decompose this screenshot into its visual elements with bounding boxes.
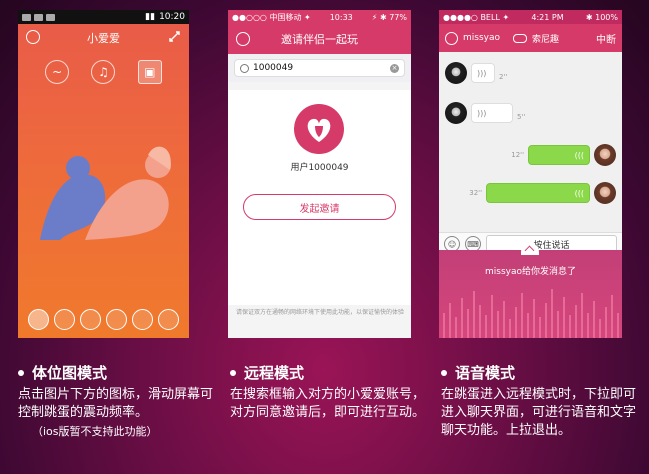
caption-voice-mode: 语音模式 在跳蛋进入远程模式时，下拉即可进入聊天界面，可进行语音和文字聊天功能。… bbox=[441, 362, 636, 440]
my-avatar bbox=[594, 144, 616, 166]
ios-status-bar: ●●●●○ BELL ✦ 4:21 PM ✱ 100% bbox=[439, 10, 622, 24]
carrier: ●●○○○ 中国移动 ✦ bbox=[232, 12, 311, 22]
status-time: 10:33 bbox=[329, 12, 353, 22]
partner-avatar bbox=[445, 102, 467, 124]
voice-bubble[interactable]: ))) bbox=[471, 103, 513, 123]
caption-body: 在跳蛋进入远程模式时，下拉即可进入聊天界面，可进行语音和文字聊天功能。上拉退出。 bbox=[441, 387, 637, 438]
caption-body: 在搜索框输入对方的小爱爱账号，对方同意邀请后，即可进行互动。 bbox=[230, 387, 426, 420]
message-notice: missyao给你发消息了 bbox=[485, 267, 576, 277]
battery: ⚡ ✱ 77% bbox=[371, 12, 407, 22]
caption-title: 体位图模式 bbox=[32, 364, 108, 382]
search-value: 1000049 bbox=[253, 63, 294, 73]
voice-duration: 2'' bbox=[499, 73, 508, 81]
send-invite-button[interactable]: 发起邀请 bbox=[243, 194, 396, 220]
clear-icon[interactable]: × bbox=[390, 63, 399, 73]
profile-icon[interactable] bbox=[236, 32, 250, 46]
voice-bubble[interactable]: ((( bbox=[528, 145, 590, 165]
search-icon bbox=[240, 63, 249, 73]
search-bar: 1000049 × bbox=[228, 54, 411, 82]
voice-bubble[interactable]: ((( bbox=[486, 183, 590, 203]
caption-title: 远程模式 bbox=[244, 364, 305, 382]
waveform-mode-icon[interactable]: ~ bbox=[45, 60, 70, 84]
app-title: 小爱爱 bbox=[87, 32, 120, 45]
nav-bar: 邀请伴侣一起玩 bbox=[228, 24, 411, 54]
signal-icon: ▮▮ bbox=[145, 12, 156, 22]
page-title: 邀请伴侣一起玩 bbox=[281, 33, 358, 46]
voice-duration: 5'' bbox=[517, 113, 526, 121]
position-5-icon[interactable] bbox=[132, 309, 153, 330]
mode-selector: ~ ♫ ▣ bbox=[18, 52, 189, 84]
partner-name: missyao bbox=[463, 33, 500, 43]
bullet-icon bbox=[18, 369, 24, 376]
phone-screen-body-position-mode: ▮▮ 10:20 小爱爱 ~ ♫ ▣ bbox=[18, 10, 189, 338]
network-note: 请保证双方在通畅的网络环境下使用此功能，以保证愉快的体验 bbox=[236, 309, 405, 316]
position-2-icon[interactable] bbox=[54, 309, 75, 330]
carrier: ●●●●○ BELL ✦ bbox=[443, 12, 510, 22]
message-row: ))) 2'' bbox=[445, 62, 507, 84]
android-status-bar: ▮▮ 10:20 bbox=[18, 10, 189, 24]
user-avatar-heart-icon bbox=[294, 104, 344, 154]
message-row: ))) 5'' bbox=[445, 102, 525, 124]
position-illustration[interactable] bbox=[30, 130, 180, 250]
pull-panel[interactable]: missyao给你发消息了 bbox=[439, 243, 622, 338]
connect-icon[interactable] bbox=[168, 30, 181, 43]
ios-status-bar: ●●○○○ 中国移动 ✦ 10:33 ⚡ ✱ 77% bbox=[228, 10, 411, 24]
user-label: 用户1000049 bbox=[290, 163, 349, 173]
profile-icon[interactable] bbox=[26, 30, 40, 44]
caption-title: 语音模式 bbox=[455, 364, 516, 382]
voice-duration: 12'' bbox=[511, 151, 524, 159]
chat-area: ))) 2'' ))) 5'' 12'' ((( 32'' ((( bbox=[439, 52, 622, 232]
voice-bubble[interactable]: ))) bbox=[471, 63, 495, 83]
partner-avatar bbox=[445, 62, 467, 84]
caption-remote-mode: 远程模式 在搜索框输入对方的小爱爱账号，对方同意邀请后，即可进行互动。 bbox=[230, 362, 425, 422]
partner2-name: 索尼趣 bbox=[532, 34, 560, 45]
disconnect-button[interactable]: 中断 bbox=[596, 31, 616, 46]
profile-icon[interactable] bbox=[445, 31, 458, 45]
position-6-icon[interactable] bbox=[158, 309, 179, 330]
message-row: 12'' ((( bbox=[511, 144, 616, 166]
chat-header: missyao 索尼趣 中断 bbox=[439, 24, 622, 52]
app-header: 小爱爱 bbox=[18, 24, 189, 52]
battery: ✱ 100% bbox=[585, 12, 618, 22]
sound-wave-visual bbox=[443, 289, 619, 338]
search-result-card: 用户1000049 发起邀请 bbox=[228, 90, 411, 305]
caption-note: （ios版暂不支持此功能） bbox=[32, 425, 158, 438]
voice-duration: 32'' bbox=[469, 189, 482, 197]
music-mode-icon[interactable]: ♫ bbox=[91, 60, 116, 84]
position-icon-row bbox=[28, 309, 179, 330]
bullet-icon bbox=[441, 369, 447, 376]
caption-body: 点击图片下方的图标，滑动屏幕可控制跳蛋的震动频率。 bbox=[18, 387, 214, 420]
position-3-icon[interactable] bbox=[80, 309, 101, 330]
status-time: 4:21 PM bbox=[531, 12, 564, 22]
phone-screen-remote-mode: ●●○○○ 中国移动 ✦ 10:33 ⚡ ✱ 77% 邀请伴侣一起玩 10000… bbox=[228, 10, 411, 338]
status-time: 10:20 bbox=[159, 12, 185, 22]
search-input[interactable]: 1000049 × bbox=[234, 59, 405, 77]
my-avatar bbox=[594, 182, 616, 204]
position-1-icon[interactable] bbox=[28, 309, 49, 330]
position-4-icon[interactable] bbox=[106, 309, 127, 330]
message-row: 32'' ((( bbox=[469, 182, 616, 204]
pull-up-handle-icon[interactable] bbox=[521, 243, 539, 255]
phone-screen-voice-mode: ●●●●○ BELL ✦ 4:21 PM ✱ 100% missyao 索尼趣 … bbox=[439, 10, 622, 338]
picture-mode-icon[interactable]: ▣ bbox=[137, 60, 162, 84]
link-icon bbox=[513, 33, 527, 43]
bullet-icon bbox=[230, 369, 236, 376]
notification-icons bbox=[22, 13, 55, 21]
caption-body-position-mode: 体位图模式 点击图片下方的图标，滑动屏幕可控制跳蛋的震动频率。 （ios版暂不支… bbox=[18, 362, 213, 439]
